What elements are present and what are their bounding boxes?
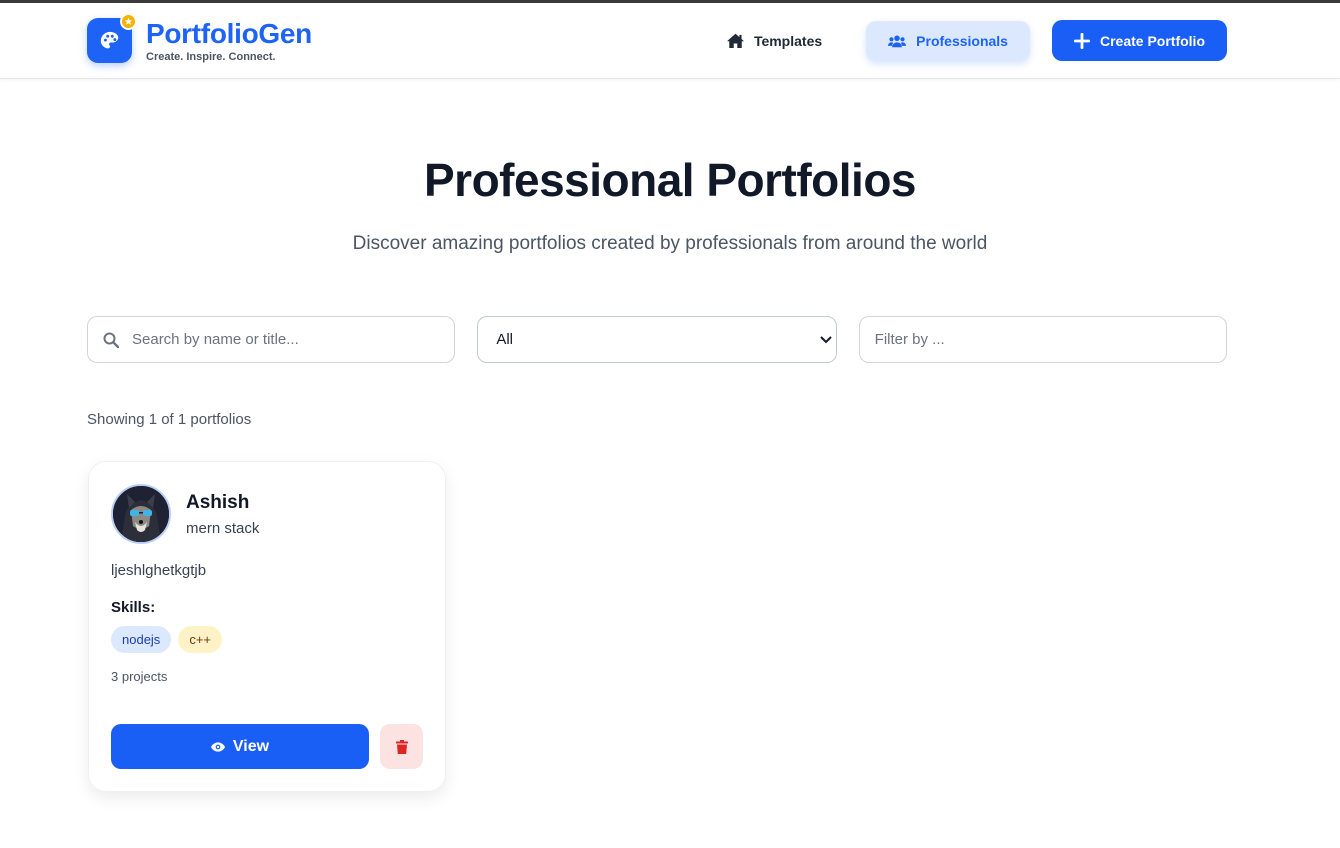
card-name: Ashish bbox=[186, 491, 250, 513]
view-button[interactable]: View bbox=[111, 724, 369, 769]
create-portfolio-button[interactable]: Create Portfolio bbox=[1051, 20, 1227, 61]
nav-templates-label: Templates bbox=[753, 32, 823, 49]
page-title: Professional Portfolios bbox=[423, 154, 917, 206]
users-icon bbox=[888, 34, 907, 47]
delete-button[interactable] bbox=[380, 724, 423, 769]
category-select[interactable]: All bbox=[477, 316, 837, 363]
top-header: PortfolioGen Create. Inspire. Connect. T… bbox=[0, 3, 1340, 79]
search-icon bbox=[103, 332, 119, 348]
palette-icon bbox=[100, 31, 118, 48]
create-portfolio-label: Create Portfolio bbox=[1099, 32, 1205, 49]
nav-templates[interactable]: Templates bbox=[705, 21, 844, 61]
card-description: ljeshlghetkgtjb bbox=[111, 562, 207, 579]
skills-list: nodejs c++ bbox=[111, 626, 423, 653]
nav-professionals-label: Professionals bbox=[916, 32, 1008, 49]
home-icon bbox=[726, 33, 744, 48]
filter-input[interactable]: Filter by ... bbox=[858, 316, 1227, 363]
avatar bbox=[111, 484, 171, 544]
nav-professionals[interactable]: Professionals bbox=[866, 20, 1030, 61]
filter-placeholder: Filter by ... bbox=[874, 331, 945, 348]
eye-icon bbox=[210, 741, 225, 752]
trash-icon bbox=[395, 739, 408, 754]
portfolio-card: Ashish mern stack ljeshlghetkgtjb Skills… bbox=[88, 461, 446, 792]
chevron-down-icon bbox=[819, 335, 832, 343]
logo bbox=[87, 13, 137, 63]
page-subtitle: Discover amazing portfolios created by p… bbox=[352, 233, 988, 254]
search-input[interactable]: Search by name or title... bbox=[87, 316, 456, 363]
view-button-label: View bbox=[232, 737, 270, 755]
skill-badge: c++ bbox=[178, 626, 222, 653]
skills-label: Skills: bbox=[111, 599, 156, 616]
main-nav: Templates Professionals Create Portfolio bbox=[705, 20, 1227, 61]
star-icon bbox=[120, 13, 137, 30]
card-title: mern stack bbox=[186, 519, 260, 537]
category-select-value: All bbox=[496, 331, 513, 348]
skill-badge: nodejs bbox=[111, 626, 172, 653]
plus-icon bbox=[1073, 32, 1090, 49]
brand-name: PortfolioGen bbox=[146, 17, 312, 49]
results-count: Showing 1 of 1 portfolios bbox=[87, 411, 252, 428]
brand[interactable]: PortfolioGen Create. Inspire. Connect. bbox=[87, 13, 312, 63]
brand-tagline: Create. Inspire. Connect. bbox=[146, 50, 276, 63]
filter-bar: Search by name or title... All Filter by… bbox=[87, 316, 1227, 363]
hero: Professional Portfolios Discover amazing… bbox=[0, 153, 1340, 255]
projects-count: 3 projects bbox=[111, 669, 168, 684]
search-placeholder: Search by name or title... bbox=[132, 331, 299, 348]
